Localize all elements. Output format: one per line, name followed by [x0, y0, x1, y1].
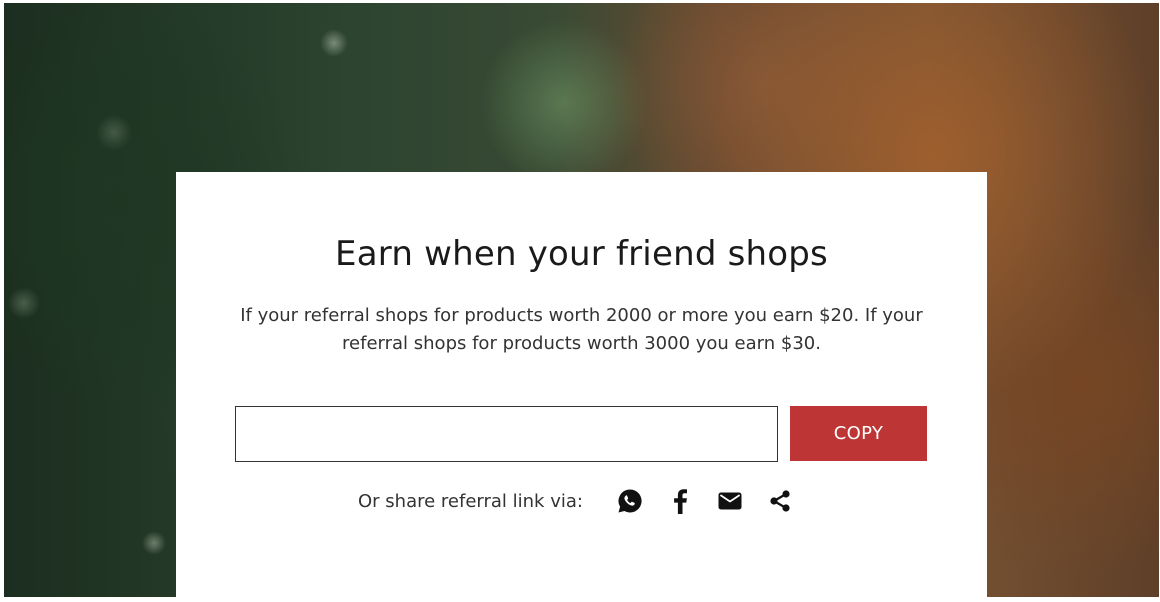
share-icon[interactable] [766, 487, 794, 515]
share-row: Or share referral link via: [176, 486, 987, 516]
referral-card: Earn when your friend shops If your refe… [176, 172, 987, 597]
background-frame: Earn when your friend shops If your refe… [4, 3, 1159, 597]
referral-link-row: COPY [235, 406, 927, 462]
referral-link-input[interactable] [235, 406, 778, 462]
share-label: Or share referral link via: [358, 490, 583, 512]
email-icon[interactable] [716, 487, 744, 515]
card-title: Earn when your friend shops [335, 234, 828, 274]
copy-button[interactable]: COPY [790, 406, 927, 461]
whatsapp-icon[interactable] [616, 487, 644, 515]
facebook-icon[interactable] [666, 487, 694, 515]
card-description: If your referral shops for products wort… [240, 305, 923, 354]
